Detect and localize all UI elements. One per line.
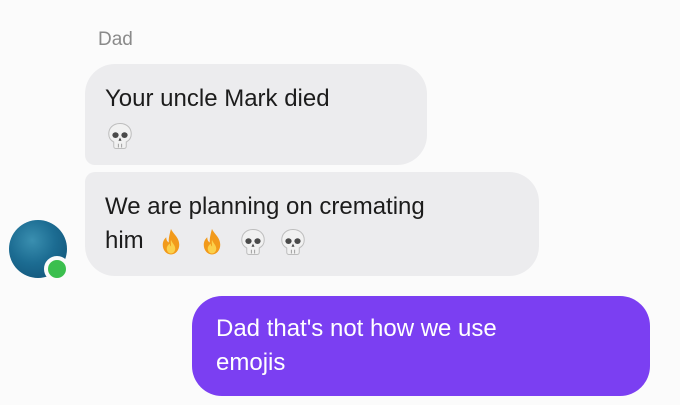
message-emoji-row xyxy=(105,118,407,152)
sender-name: Dad xyxy=(98,29,133,50)
message-text-row: him xyxy=(105,224,519,258)
skull-emoji-icon xyxy=(278,227,308,257)
outgoing-message-bubble[interactable]: Dad that's not how we use emojis xyxy=(192,296,650,396)
message-text: We are planning on cremating xyxy=(105,193,425,220)
fire-emoji-icon xyxy=(197,227,227,257)
online-status-indicator xyxy=(44,256,70,282)
message-text: emojis xyxy=(216,349,286,376)
skull-emoji-icon xyxy=(105,121,135,151)
incoming-message-bubble[interactable]: Your uncle Mark died xyxy=(85,64,427,165)
fire-emoji-icon xyxy=(156,227,186,257)
message-text: Dad that's not how we use xyxy=(216,315,497,342)
message-text: Your uncle Mark died xyxy=(105,85,330,112)
incoming-message-bubble[interactable]: We are planning on cremating him xyxy=(85,172,539,276)
message-text: him xyxy=(105,227,144,254)
skull-emoji-icon xyxy=(238,227,268,257)
